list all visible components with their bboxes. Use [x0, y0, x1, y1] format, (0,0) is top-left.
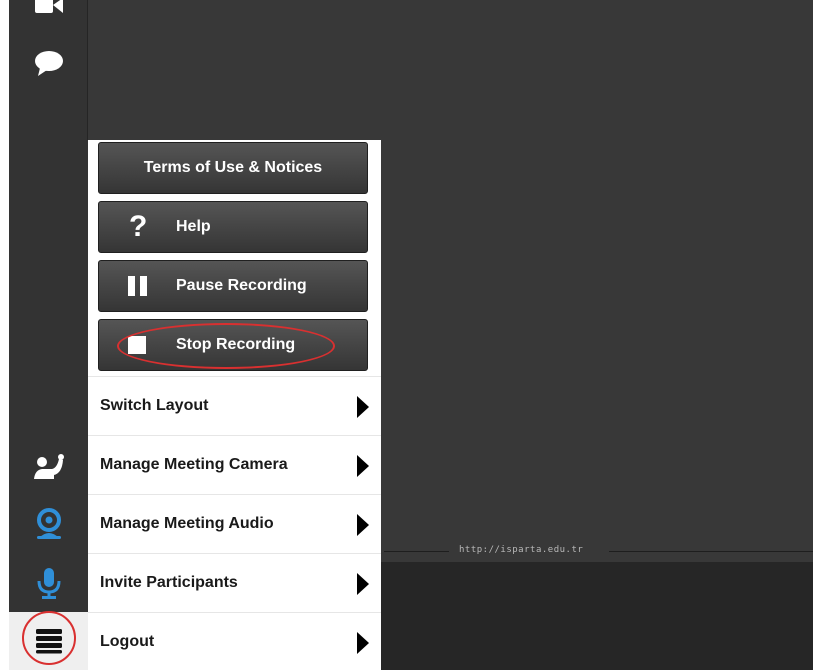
menu-item-manage-meeting-camera[interactable]: Manage Meeting Camera	[88, 435, 381, 493]
switch-layout-label: Switch Layout	[100, 396, 209, 414]
menu-item-logout[interactable]: Logout	[88, 612, 381, 670]
chat-button[interactable]	[9, 46, 88, 80]
raise-hand-button[interactable]	[9, 448, 88, 484]
watermark-line-left	[384, 551, 449, 552]
video-camera-icon	[34, 0, 63, 13]
chevron-right-icon	[357, 396, 369, 418]
terms-of-use-label: Terms of Use & Notices	[143, 159, 323, 176]
stop-icon	[127, 320, 147, 370]
raise-hand-icon	[33, 454, 64, 479]
pause-recording-label: Pause Recording	[176, 277, 307, 294]
pause-recording-button[interactable]: Pause Recording	[98, 260, 368, 312]
chevron-right-icon	[357, 632, 369, 654]
question-icon: ?	[129, 210, 148, 243]
stop-recording-label: Stop Recording	[176, 336, 296, 353]
chevron-right-icon	[357, 455, 369, 477]
chevron-right-icon	[357, 514, 369, 536]
invite-participants-label: Invite Participants	[100, 573, 238, 591]
chevron-right-icon	[357, 573, 369, 595]
menu-item-manage-meeting-audio[interactable]: Manage Meeting Audio	[88, 494, 381, 552]
microphone-icon	[37, 568, 60, 599]
menu-icon	[36, 629, 62, 654]
options-menu: Terms of Use & Notices ? Help Pause Reco…	[88, 140, 381, 670]
microphone-button[interactable]	[9, 564, 88, 602]
watermark-text: http://isparta.edu.tr	[459, 545, 584, 555]
logout-label: Logout	[100, 632, 155, 650]
terms-of-use-button[interactable]: Terms of Use & Notices	[98, 142, 368, 194]
left-toolbar	[9, 0, 88, 670]
webcam-icon	[36, 508, 61, 539]
stop-recording-button[interactable]: Stop Recording	[98, 319, 368, 371]
chat-bubble-icon	[34, 51, 63, 76]
video-camera-button[interactable]	[9, 0, 88, 18]
help-label: Help	[176, 218, 211, 235]
menu-button[interactable]	[9, 612, 88, 670]
manage-audio-label: Manage Meeting Audio	[100, 514, 274, 532]
menu-item-invite-participants[interactable]: Invite Participants	[88, 553, 381, 611]
help-button[interactable]: ? Help	[98, 201, 368, 253]
pause-icon	[127, 261, 149, 311]
webcam-button[interactable]	[9, 506, 88, 542]
watermark-line-right	[609, 551, 813, 552]
manage-camera-label: Manage Meeting Camera	[100, 455, 288, 473]
menu-item-switch-layout[interactable]: Switch Layout	[88, 376, 381, 434]
